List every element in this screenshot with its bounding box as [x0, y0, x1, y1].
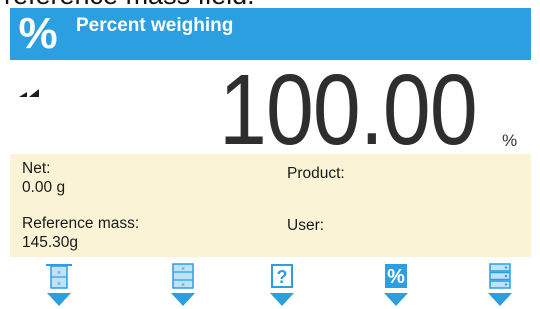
reference-mass-label: Reference mass: [22, 215, 140, 232]
sample-weigh-button[interactable]: × × [43, 263, 75, 309]
reference-mass-button[interactable]: × × [167, 263, 199, 309]
svg-text:%: % [387, 266, 405, 288]
help-icon: ? [270, 264, 294, 306]
svg-text:×: × [57, 270, 61, 277]
user-label: User: [287, 217, 325, 234]
percent-button[interactable]: % [380, 263, 412, 309]
svg-text:×: × [57, 281, 61, 288]
weight-display: 100.00 % [10, 60, 531, 160]
info-panel: Net: 0.00 g Product: Reference mass: 145… [10, 154, 531, 257]
sample-weigh-icon: × × [46, 264, 72, 306]
svg-text:?: ? [277, 267, 288, 287]
weight-reading: 100.00 [219, 54, 478, 166]
product-label: Product: [287, 165, 345, 182]
database-button[interactable] [484, 263, 516, 309]
stability-marker-icon [19, 89, 39, 97]
database-icon [488, 263, 512, 306]
svg-text:×: × [181, 282, 185, 289]
percent-icon: % [384, 264, 408, 306]
net-label: Net: [22, 160, 51, 177]
reference-mass-value: 145.30g [22, 234, 79, 251]
function-key-bar: × × × × ? % [10, 257, 531, 309]
svg-text:×: × [181, 266, 185, 273]
net-value: 0.00 g [22, 179, 66, 196]
reference-mass-icon: × × [171, 263, 195, 306]
percent-icon[interactable]: % [14, 10, 62, 58]
unit-label: % [502, 131, 518, 150]
screen-title: Percent weighing [76, 15, 234, 36]
title-bar: % Percent weighing [10, 8, 531, 60]
help-button[interactable]: ? [266, 263, 298, 309]
